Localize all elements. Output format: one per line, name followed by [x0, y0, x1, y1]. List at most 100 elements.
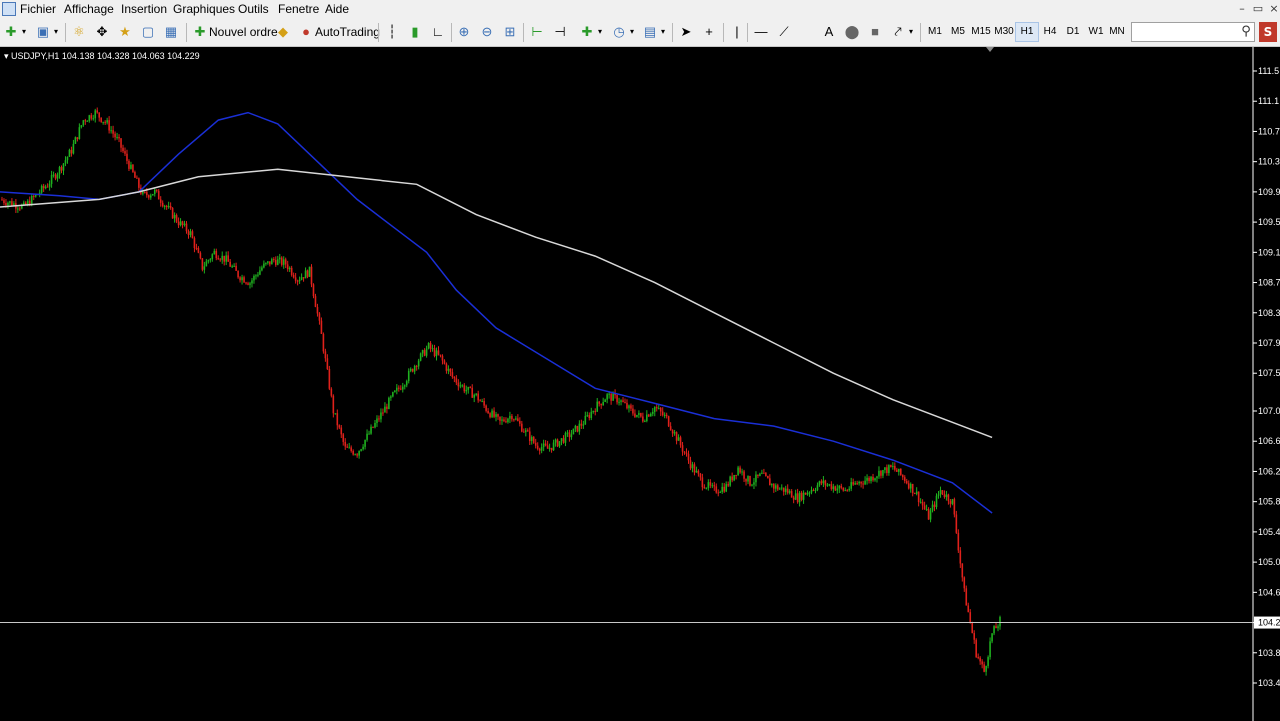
candle-body: [536, 445, 539, 449]
timeframe-w1[interactable]: W1: [1085, 23, 1107, 41]
candle-body: [344, 441, 347, 447]
ohlc-low: 104.063: [132, 51, 165, 61]
close-icon[interactable]: ×: [1266, 1, 1280, 17]
candle-body: [695, 470, 698, 473]
arrows-button[interactable]: ⤤ ▾: [889, 21, 915, 43]
zoom-out-button[interactable]: ⊖: [478, 21, 496, 43]
candle-body: [816, 485, 819, 491]
ellipse-button[interactable]: ⬤: [843, 21, 861, 43]
candle-body: [899, 468, 902, 475]
line-chart-button[interactable]: ∟: [429, 21, 447, 43]
candle-body: [636, 414, 638, 417]
candle-body: [245, 282, 247, 284]
data-window-button[interactable]: ✥: [93, 21, 111, 43]
candle-body: [519, 421, 521, 424]
candle-body: [151, 194, 154, 196]
bar-chart-button[interactable]: ┆: [383, 21, 401, 43]
menu-outils[interactable]: Outils: [238, 2, 269, 16]
candle-body: [294, 277, 297, 281]
timeframe-h1[interactable]: H1: [1015, 22, 1039, 42]
candle-body: [235, 265, 237, 271]
timeframe-mn[interactable]: MN: [1106, 23, 1128, 41]
indicators-button[interactable]: ✚ ▾: [578, 21, 604, 43]
text-button[interactable]: A: [820, 21, 838, 43]
zoom-in-button[interactable]: ⊕: [455, 21, 473, 43]
vertical-line-button[interactable]: |: [728, 21, 746, 43]
candle-body: [396, 387, 398, 391]
collapse-arrow-icon[interactable]: ▾: [4, 51, 9, 61]
candle-body: [769, 478, 771, 486]
candle-body: [505, 421, 507, 423]
candle-body: [763, 472, 765, 474]
candle-body: [852, 482, 854, 485]
candle-body: [937, 494, 940, 496]
candle-body: [177, 221, 180, 226]
timeframe-m30[interactable]: M30: [993, 23, 1015, 41]
candle-body: [132, 164, 134, 173]
timeframe-m1[interactable]: M1: [924, 23, 946, 41]
candle-body: [907, 483, 910, 489]
horizontal-line-button[interactable]: —: [752, 21, 770, 43]
templates-button[interactable]: ▤ ▾: [641, 21, 667, 43]
autoscroll-button[interactable]: ⊣: [551, 21, 569, 43]
candle-body: [929, 510, 932, 520]
trendline-button[interactable]: ⟋: [775, 21, 793, 43]
candle-body: [382, 412, 384, 414]
candle-body: [251, 280, 253, 284]
candle-body: [259, 270, 261, 275]
candle-body: [175, 215, 178, 222]
candle-body: [834, 486, 837, 491]
candle-body: [209, 259, 212, 261]
tile-windows-button[interactable]: ⊞: [501, 21, 519, 43]
price-axis-label: 107.0: [1258, 406, 1280, 416]
chart-window[interactable]: 111.5 111.1 110.7 110.3 109.9 109.5 109.1 108.7…: [0, 47, 1280, 721]
menu-graphiques[interactable]: Graphiques: [173, 2, 235, 16]
candle-body: [864, 480, 866, 485]
minimize-icon[interactable]: –: [1234, 1, 1250, 17]
cursor-button[interactable]: ➤: [677, 21, 695, 43]
candle-body: [626, 402, 628, 409]
search-icon[interactable]: ⚲: [1238, 22, 1254, 42]
metaeditor-button[interactable]: ◆: [274, 21, 292, 43]
new-chart-button[interactable]: ✚ ▾: [2, 21, 28, 43]
profiles-button[interactable]: ▣ ▾: [34, 21, 60, 43]
tester-button[interactable]: ▦: [162, 21, 180, 43]
crosshair-button[interactable]: +: [700, 21, 718, 43]
menu-insertion[interactable]: Insertion: [121, 2, 167, 16]
autotrading-button[interactable]: ● AutoTrading: [297, 21, 380, 43]
terminal-button[interactable]: ▢: [139, 21, 157, 43]
menu-aide[interactable]: Aide: [325, 2, 349, 16]
timeframe-d1[interactable]: D1: [1062, 23, 1084, 41]
price-chart[interactable]: 111.5 111.1 110.7 110.3 109.9 109.5 109.1 108.7…: [0, 47, 1280, 721]
market-watch-button[interactable]: ⚛: [70, 21, 88, 43]
signals-icon[interactable]: S: [1259, 22, 1277, 42]
candle-body: [342, 434, 345, 442]
candle-body: [405, 381, 408, 386]
timeframe-h4[interactable]: H4: [1039, 23, 1061, 41]
candle-body: [278, 257, 281, 260]
timeframe-m15[interactable]: M15: [970, 23, 992, 41]
price-axis-label: 110.7: [1258, 126, 1280, 136]
candle-body: [276, 259, 279, 265]
candle-body: [532, 437, 535, 443]
restore-icon[interactable]: ▭: [1250, 1, 1266, 17]
navigator-button[interactable]: ★: [116, 21, 134, 43]
menu-fenetre[interactable]: Fenetre: [278, 2, 319, 16]
candlesticks-button[interactable]: ▮: [406, 21, 424, 43]
candle-body: [640, 413, 642, 417]
candle-body: [665, 414, 668, 417]
candle-body: [439, 354, 442, 356]
search-input[interactable]: [1131, 22, 1255, 42]
new-order-button[interactable]: ✚ Nouvel ordre: [191, 21, 278, 43]
candle-body: [933, 504, 936, 507]
chart-shift-button[interactable]: ⊢: [528, 21, 546, 43]
menu-affichage[interactable]: Affichage: [64, 2, 114, 16]
rectangle-button[interactable]: ■: [866, 21, 884, 43]
menu-fichier[interactable]: Fichier: [20, 2, 56, 16]
candle-body: [566, 432, 569, 434]
candle-body: [951, 499, 954, 504]
candle-body: [651, 411, 654, 414]
periods-button[interactable]: ◷ ▾: [610, 21, 636, 43]
candle-body: [7, 202, 9, 206]
timeframe-m5[interactable]: M5: [947, 23, 969, 41]
